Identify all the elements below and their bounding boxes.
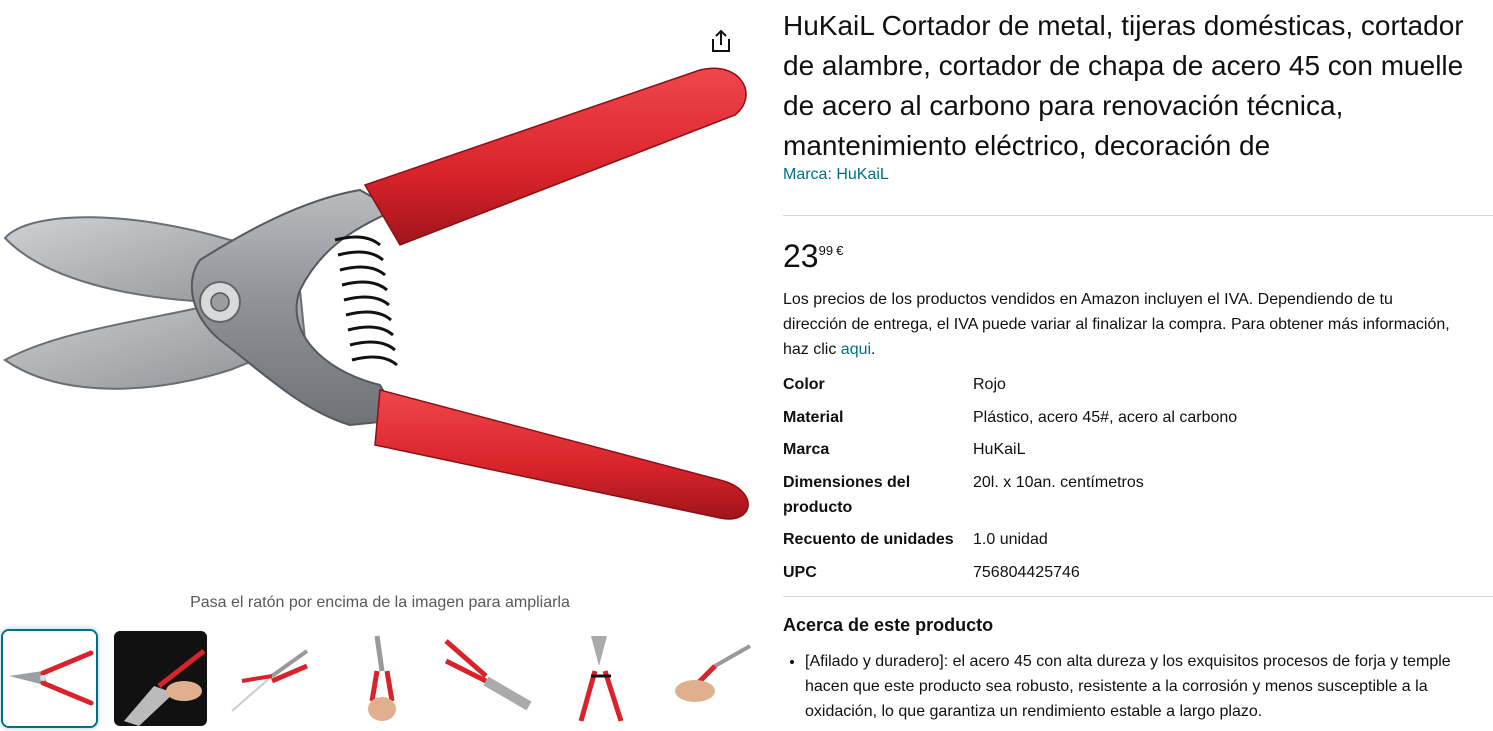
thumbnail-image [660, 631, 753, 726]
thumbnail-5[interactable] [441, 631, 534, 726]
price-currency: € [836, 243, 844, 258]
spec-value-color: Rojo [973, 376, 1006, 393]
about-title: Acerca de este producto [783, 615, 994, 635]
thumbnail-image [441, 631, 534, 726]
spec-value-material: Plástico, acero 45#, acero al carbono [973, 409, 1238, 426]
main-product-image[interactable] [0, 40, 760, 560]
thumbnail-1[interactable] [3, 631, 96, 726]
thumbnail-strip [3, 631, 763, 728]
thumbnail-4[interactable] [332, 631, 425, 726]
thumbnail-image [332, 631, 425, 726]
thumbnail-7[interactable] [660, 631, 753, 726]
share-icon [712, 29, 730, 52]
about-bullets: [Afilado y duradero]: el acero 45 con al… [783, 649, 1493, 724]
thumbnail-6[interactable] [551, 631, 644, 726]
more-info-link[interactable]: aqui [841, 341, 871, 358]
spec-value-brand: HuKaiL [973, 441, 1026, 458]
thumbnail-2[interactable] [114, 631, 207, 726]
tax-note-end: . [871, 341, 876, 358]
thumbnail-image [551, 631, 644, 726]
thumbnail-image [3, 631, 96, 726]
spec-value-upc: 756804425746 [973, 564, 1080, 581]
share-button[interactable] [706, 26, 736, 56]
tax-note-text: Los precios de los productos vendidos en… [783, 291, 1450, 358]
spec-value-unit-count: 1.0 unidad [973, 531, 1048, 548]
spec-label-brand: Marca [783, 441, 830, 458]
about-bullet: [Afilado y duradero]: el acero 45 con al… [805, 649, 1493, 724]
tax-note: Los precios de los productos vendidos en… [783, 287, 1453, 362]
thumbnail-image [114, 631, 207, 726]
spec-label-unit-count: Recuento de unidades [783, 531, 954, 548]
spec-label-color: Color [783, 376, 825, 393]
spec-label-upc: UPC [783, 564, 817, 581]
spec-label-material: Material [783, 409, 844, 426]
spec-value-dimensions: 20l. x 10an. centímetros [973, 474, 1144, 491]
price: 23 99 € [783, 238, 843, 274]
divider [783, 596, 1493, 597]
price-whole: 23 [783, 238, 819, 274]
zoom-hint: Pasa el ratón por encima de la imagen pa… [190, 594, 570, 611]
product-title: HuKaiL Cortador de metal, tijeras domést… [783, 10, 1464, 161]
price-fraction: 99 [818, 243, 834, 258]
spec-label-dimensions: Dimensiones del producto [783, 474, 911, 516]
divider [783, 215, 1493, 216]
thumbnail-3[interactable] [222, 631, 315, 726]
thumbnail-image [222, 631, 315, 726]
brand-link[interactable]: Marca: HuKaiL [783, 166, 889, 184]
